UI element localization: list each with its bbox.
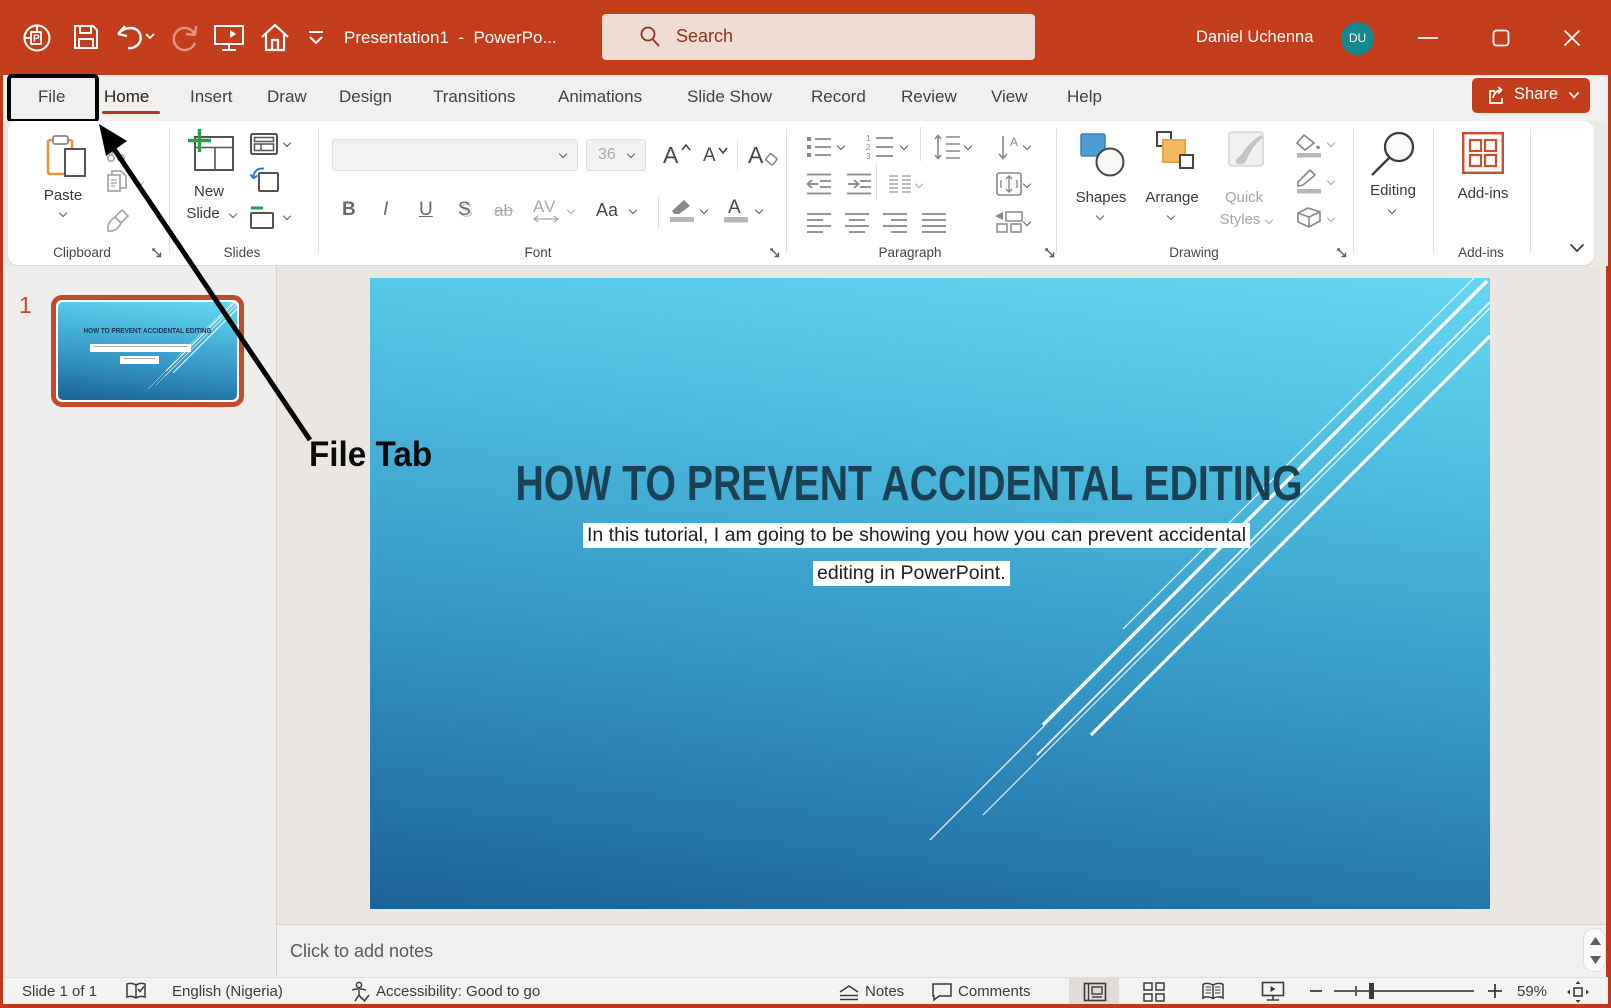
svg-text:2: 2 (866, 143, 871, 152)
svg-text:3: 3 (866, 152, 871, 161)
svg-text:A: A (1010, 135, 1018, 149)
svg-text:P: P (33, 34, 40, 45)
svg-text:1: 1 (866, 134, 871, 143)
